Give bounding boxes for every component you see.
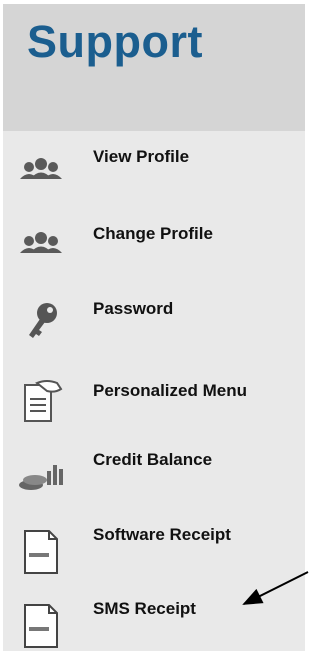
sidebar-item-label: Password bbox=[93, 299, 174, 318]
sidebar-item-change-profile[interactable]: Change Profile bbox=[3, 217, 305, 291]
sidebar-item-sms-receipt[interactable]: SMS Receipt bbox=[3, 587, 305, 651]
invoice-icon bbox=[24, 530, 58, 574]
sidebar-item-label: Software Receipt bbox=[93, 525, 231, 544]
sidebar-item-label: Change Profile bbox=[93, 224, 213, 243]
coins-chart-icon bbox=[19, 465, 63, 490]
users-icon bbox=[20, 232, 62, 253]
key-icon bbox=[29, 303, 57, 338]
sidebar-header: Support bbox=[3, 4, 305, 131]
sidebar-item-personalized-menu[interactable]: Personalized Menu bbox=[3, 365, 305, 439]
sidebar-item-label: View Profile bbox=[93, 147, 190, 166]
sidebar-title: Support bbox=[27, 16, 203, 67]
support-sidebar: Support View Profile Change Profile Pass… bbox=[3, 4, 305, 651]
sidebar-item-password[interactable]: Password bbox=[3, 291, 305, 365]
sidebar-item-software-receipt[interactable]: Software Receipt bbox=[3, 513, 305, 587]
invoice-icon bbox=[24, 604, 58, 648]
sidebar-item-label: SMS Receipt bbox=[93, 599, 196, 618]
document-hand-icon bbox=[24, 380, 63, 422]
sidebar-item-label: Credit Balance bbox=[93, 450, 213, 469]
sidebar-item-label: Personalized Menu bbox=[93, 381, 247, 400]
users-icon bbox=[20, 158, 62, 179]
sidebar-item-credit-balance[interactable]: Credit Balance bbox=[3, 439, 305, 513]
sidebar-item-view-profile[interactable]: View Profile bbox=[3, 143, 305, 217]
